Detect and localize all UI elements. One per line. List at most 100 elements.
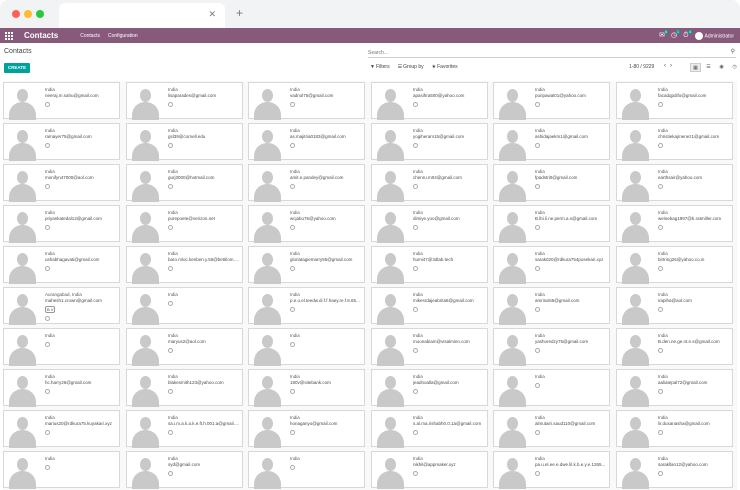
activity-status-icon[interactable]: [290, 307, 295, 312]
contact-card[interactable]: India priyankatedal13@gmail.com: [3, 205, 120, 243]
contact-card[interactable]: India puripawal01@yahoo.com: [493, 82, 610, 120]
pager-value[interactable]: 1-80 / 9229: [629, 64, 654, 70]
activity-status-icon[interactable]: [413, 307, 418, 312]
chevron-left-icon[interactable]: ‹: [664, 63, 666, 69]
contact-card[interactable]: India sa.i.m.a.k.a.k.e.ft.h.001.a@gmail.c…: [126, 410, 243, 448]
activity-status-icon[interactable]: [45, 465, 50, 470]
activity-status-icon[interactable]: [658, 348, 663, 353]
user-menu[interactable]: Administrator: [694, 31, 734, 40]
activity-status-icon[interactable]: [413, 102, 418, 107]
group-by-toggle[interactable]: ☰Group by: [398, 64, 424, 70]
activity-status-icon[interactable]: [290, 465, 295, 470]
activity-icon[interactable]: ◷ 1: [671, 30, 680, 39]
create-button[interactable]: CREATE: [4, 63, 30, 73]
contact-card[interactable]: India humi47@3dlab.tech: [371, 246, 488, 284]
contact-card[interactable]: India: [126, 287, 243, 325]
activity-status-icon[interactable]: [658, 430, 663, 435]
activity-status-icon[interactable]: [658, 102, 663, 107]
activity-status-icon[interactable]: [45, 102, 50, 107]
contact-card[interactable]: India blakesmith123@yahoo.com: [126, 369, 243, 407]
activity-status-icon[interactable]: [658, 266, 663, 271]
activity-status-icon[interactable]: [290, 389, 295, 394]
contact-card[interactable]: India aaliatepal72@gmail.com: [616, 369, 733, 407]
activity-status-icon[interactable]: [535, 102, 540, 107]
contact-card[interactable]: India birtring26@yahoo.co.in: [616, 246, 733, 284]
contact-card[interactable]: India s.al.ma.rishabh0.0.1a@gmail.com: [371, 410, 488, 448]
chevron-right-icon[interactable]: ›: [670, 63, 672, 69]
contact-card[interactable]: India 180v@sitebank.com: [248, 369, 365, 407]
contact-card[interactable]: India purepoete@verizon.net: [126, 205, 243, 243]
contact-card[interactable]: India yashoredzy75@gmail.com: [493, 328, 610, 366]
contact-card[interactable]: India lisaparades@gmail.com: [126, 82, 243, 120]
activity-status-icon[interactable]: [658, 225, 663, 230]
search-input[interactable]: [368, 48, 708, 57]
activity-view-icon[interactable]: ◷: [729, 63, 740, 72]
activity-status-icon[interactable]: [658, 307, 663, 312]
activity-status-icon[interactable]: [290, 102, 295, 107]
contact-card[interactable]: India monifyn47000@aol.com: [3, 164, 120, 202]
activity-status-icon[interactable]: [535, 184, 540, 189]
activity-status-icon[interactable]: [45, 225, 50, 230]
activity-status-icon[interactable]: [45, 143, 50, 148]
contact-card[interactable]: India chenru.m04@gmail.com: [371, 164, 488, 202]
activity-status-icon[interactable]: [168, 471, 173, 476]
window-close-dot[interactable]: [12, 10, 20, 18]
activity-status-icon[interactable]: [45, 316, 50, 321]
contact-card[interactable]: India moonabiam@visalminn.com: [371, 328, 488, 366]
contact-card[interactable]: India maryus2@aol.com: [126, 328, 243, 366]
activity-status-icon[interactable]: [290, 184, 295, 189]
activity-status-icon[interactable]: [413, 266, 418, 271]
menu-contacts[interactable]: Contacts: [80, 33, 100, 39]
activity-status-icon[interactable]: [413, 143, 418, 148]
contact-card[interactable]: India almutairi.saud110@gmail.com: [493, 410, 610, 448]
activity-status-icon[interactable]: [535, 307, 540, 312]
activity-status-icon[interactable]: [413, 430, 418, 435]
contact-card[interactable]: India amrisxi65@gmail.com: [493, 287, 610, 325]
contact-tag[interactable]: B V: [45, 306, 56, 313]
contact-card[interactable]: India as.majitria0183@gmail.com: [248, 123, 365, 161]
contact-card[interactable]: India vadnol75@gmail.com: [248, 82, 365, 120]
contact-card[interactable]: India hc.harry26@gmail.com: [3, 369, 120, 407]
map-pin-icon[interactable]: ◉: [716, 63, 727, 72]
contact-card[interactable]: India: [493, 369, 610, 407]
contact-card[interactable]: India: [248, 328, 365, 366]
activity-status-icon[interactable]: [45, 430, 50, 435]
activity-status-icon[interactable]: [535, 430, 540, 435]
activity-status-icon[interactable]: [535, 348, 540, 353]
contact-card[interactable]: India ramayer75@gmail.com: [3, 123, 120, 161]
activity-status-icon[interactable]: [413, 184, 418, 189]
contact-card[interactable]: India lir.duxanasha@gmail.com: [616, 410, 733, 448]
activity-status-icon[interactable]: [45, 389, 50, 394]
contact-card[interactable]: India p.e.u.el.teedw.di.f.f.haey.re.f.6.6…: [248, 287, 365, 325]
contact-card[interactable]: India facadqpdifo@gmail.com: [616, 82, 733, 120]
contact-card[interactable]: India ashidajaekm1@gmail.com: [493, 123, 610, 161]
activity-status-icon[interactable]: [413, 225, 418, 230]
activity-status-icon[interactable]: [658, 143, 663, 148]
activity-status-icon[interactable]: [290, 143, 295, 148]
favorites-toggle[interactable]: ★Favorites: [432, 64, 458, 70]
activity-status-icon[interactable]: [658, 471, 663, 476]
contact-card[interactable]: India amit.e.pandey@gmail.com: [248, 164, 365, 202]
window-maximize-dot[interactable]: [36, 10, 44, 18]
activity-status-icon[interactable]: [45, 184, 50, 189]
activity-status-icon[interactable]: [535, 471, 540, 476]
contact-card[interactable]: India: [3, 328, 120, 366]
contact-card[interactable]: India gurj3000@hotmail.com: [126, 164, 243, 202]
contact-card[interactable]: India apasihra500@yahoo.com: [371, 82, 488, 120]
contact-card[interactable]: India fpadstri0@gmail.com: [493, 164, 610, 202]
list-view-icon[interactable]: ☰: [703, 63, 714, 72]
activity-status-icon[interactable]: [45, 266, 50, 271]
contact-card[interactable]: India weinebag1997@b.ratmiller.com: [616, 205, 733, 243]
contact-card[interactable]: India gsl39@cornell.edu: [126, 123, 243, 161]
contact-card[interactable]: India marius20@rdkura75.kuyakari.xyz: [3, 410, 120, 448]
app-title[interactable]: Contacts: [24, 31, 58, 40]
timer-icon[interactable]: ⏱ 4: [683, 30, 693, 39]
contact-card[interactable]: India wcjabu76@yahoo.com: [248, 205, 365, 243]
menu-configuration[interactable]: Configuration: [108, 33, 138, 39]
contact-card[interactable]: India jeadnoalla@gmail.com: [371, 369, 488, 407]
kanban-view-icon[interactable]: ▦: [690, 63, 701, 72]
contact-card[interactable]: India neeraj.m.sahu@gmail.com: [3, 82, 120, 120]
contact-card[interactable]: Aurangabad, India mahesh1.crown@gmail.com…: [3, 287, 120, 325]
contact-card[interactable]: India ushabhagavati@gmail.com: [3, 246, 120, 284]
activity-status-icon[interactable]: [413, 389, 418, 394]
